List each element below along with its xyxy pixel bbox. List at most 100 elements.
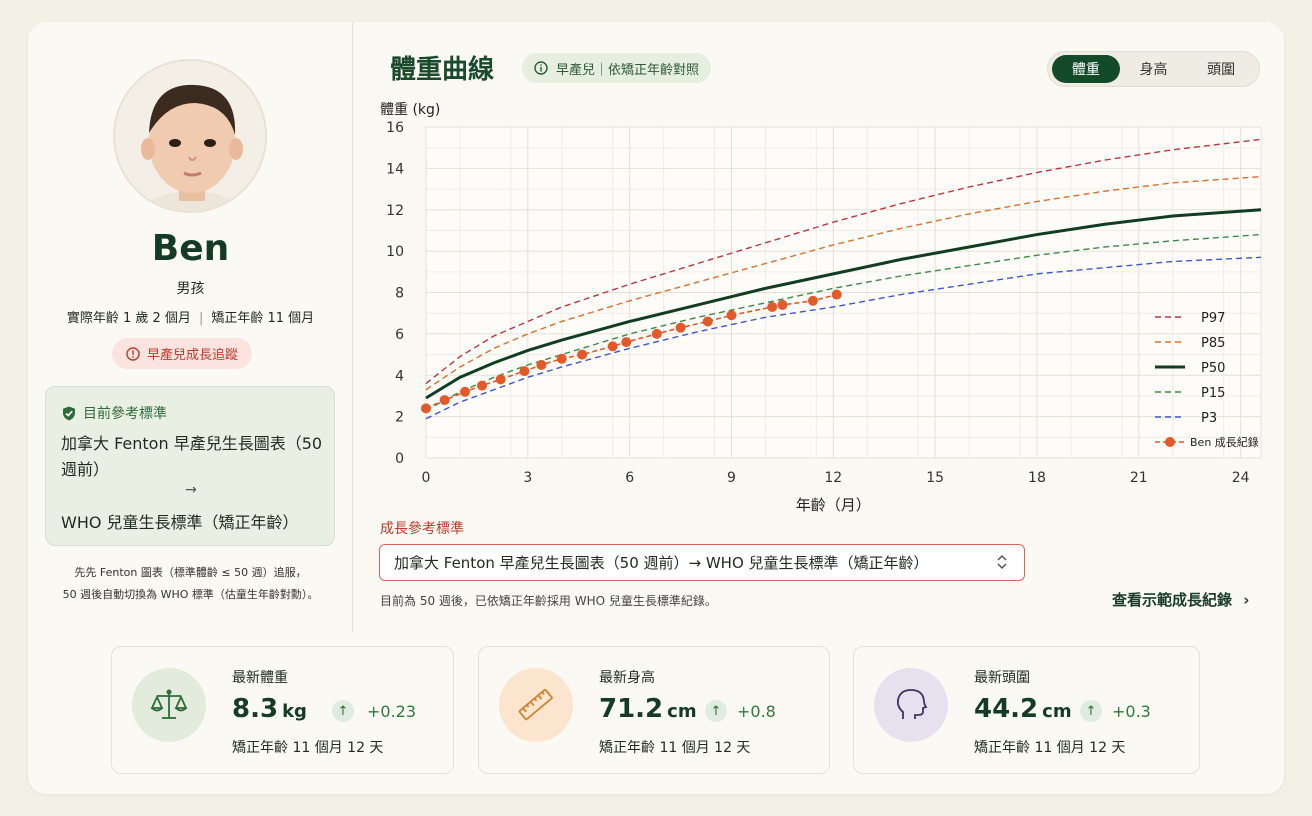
ben-data-point (421, 403, 431, 414)
page-title: 體重曲線 (390, 55, 495, 85)
tracking-badge-label: 早產兒成長追蹤 (147, 348, 239, 363)
x-tick-label: 21 (1130, 470, 1148, 486)
ben-data-point (726, 310, 737, 321)
chart-panel: 體重曲線 早產兒｜依矯正年齡對照 體重 身高 頭圍 0 3 6 9 12 15 18 21 24… (354, 22, 1284, 632)
current-reference-box: 目前參考標準 加拿大 Fenton 早產兒生長圖表（50 週前） → WHO 兒… (45, 386, 335, 546)
ben-data-point (477, 380, 488, 391)
profile-sidebar: Ben 男孩 實際年齡 1 歲 2 個月 | 矯正年齡 11 個月 早產兒成長追蹤 … (28, 22, 353, 632)
y-tick-label: 14 (386, 161, 404, 177)
x-axis-label: 年齡（月） (796, 496, 871, 514)
updown-caret-icon (996, 553, 1008, 574)
tracking-badge: 早產兒成長追蹤 (112, 338, 253, 369)
reference-select[interactable]: 加拿大 Fenton 早產兒生長圖表（50 週前）→ WHO 兒童生長標準（矯正… (379, 544, 1025, 581)
corrected-age: 矯正年齡 11 個月 (211, 311, 315, 326)
sidebar-note-line2: 50 週後自動切換為 WHO 標準（估童生年齡對勳）。 (62, 588, 319, 601)
reference-title-text: 目前參考標準 (83, 406, 167, 422)
stat-subtitle: 矯正年齡 11 個月 12 天 (974, 740, 1126, 756)
stat-card-weight: 最新體重 8.3 kg ↑ +0.23 矯正年齡 11 個月 12 天 (111, 646, 454, 774)
legend-marker-ben (1165, 437, 1175, 447)
stat-label: 最新身高 (599, 670, 655, 686)
actual-age: 實際年齡 1 歲 2 個月 (66, 311, 191, 326)
avatar (113, 59, 267, 213)
stat-delta: +0.3 (1112, 702, 1151, 721)
child-name: Ben (151, 228, 230, 269)
stat-subtitle: 矯正年齡 11 個月 12 天 (599, 740, 751, 756)
legend-label: Ben 成長紀錄 (1190, 435, 1259, 449)
sidebar-note-line1: 先先 Fenton 圖表（標準體齡 ≤ 50 週）追服， (74, 566, 307, 579)
reference-select-label: 成長參考標準 (380, 521, 464, 537)
ben-data-point (675, 322, 686, 333)
legend-label: P15 (1201, 386, 1225, 401)
alert-icon (126, 346, 140, 361)
y-tick-label: 8 (395, 286, 404, 302)
y-tick-label: 0 (395, 451, 404, 467)
y-tick-label: 16 (386, 120, 404, 136)
x-tick-label: 15 (926, 470, 944, 486)
stat-card-height: 最新身高 71.2 cm ↑ +0.8 矯正年齡 11 個月 12 天 (478, 646, 830, 774)
stat-value: 71.2 cm (599, 694, 697, 724)
legend-label: P3 (1201, 411, 1217, 426)
reference-arrow: → (185, 482, 197, 498)
reference-fenton: 加拿大 Fenton 早產兒生長圖表（50 週前） (61, 434, 323, 479)
stat-value: 8.3 kg (232, 694, 307, 724)
stat-delta: +0.23 (367, 702, 417, 721)
ben-data-point (767, 301, 778, 312)
y-axis-label: 體重 (kg) (380, 102, 440, 118)
view-sample-link[interactable]: 查看示範成長紀錄 › (1112, 589, 1249, 610)
child-gender: 男孩 (176, 281, 205, 297)
info-icon (534, 61, 548, 75)
stat-number: 44.2 (974, 694, 1039, 724)
ben-data-point (607, 341, 618, 352)
reference-select-value: 加拿大 Fenton 早產兒生長圖表（50 週前）→ WHO 兒童生長標準（矯正… (394, 554, 929, 572)
y-tick-label: 6 (395, 327, 404, 343)
baby-portrait-image (115, 61, 265, 211)
reference-who: WHO 兒童生長標準（矯正年齡） (61, 513, 299, 532)
y-tick-label: 2 (395, 410, 404, 426)
ben-data-point (807, 295, 818, 306)
stat-card-head: 最新頭圍 44.2 cm ↑ +0.3 矯正年齡 11 個月 12 天 (853, 646, 1200, 774)
legend-label: P97 (1201, 311, 1225, 326)
weight-chart: 0 3 6 9 12 15 18 21 24 0 2 4 6 8 10 12 14 16 體重 (kg) 年齡（月） P… (354, 92, 1284, 517)
arrow-up-icon: ↑ (1080, 700, 1102, 722)
preterm-chip-label: 早產兒｜依矯正年齡對照 (556, 62, 700, 78)
head-icon (874, 668, 948, 742)
legend-label: P50 (1201, 361, 1225, 376)
stat-value: 44.2 cm (974, 694, 1072, 724)
x-tick-label: 3 (523, 470, 532, 486)
ben-data-point (651, 328, 662, 339)
ben-data-point (777, 299, 788, 310)
age-info: 實際年齡 1 歲 2 個月 | 矯正年齡 11 個月 (28, 307, 353, 326)
sidebar-note: 先先 Fenton 圖表（標準體齡 ≤ 50 週）追服， 50 週後自動切換為 … (28, 562, 353, 606)
ben-data-point (621, 337, 632, 348)
ruler-icon (499, 668, 573, 742)
stat-unit: cm (1042, 701, 1072, 722)
ben-data-point (519, 366, 530, 377)
metric-tabs: 體重 身高 頭圍 (1047, 51, 1260, 87)
preterm-chip: 早產兒｜依矯正年齡對照 (522, 53, 712, 83)
x-tick-label: 0 (422, 470, 431, 486)
weight-chart-svg: 0 3 6 9 12 15 18 21 240246810121416體重 (kg)年齡（月）P… (380, 102, 1262, 514)
x-tick-label: 6 (625, 470, 634, 486)
main-card: Ben 男孩 實際年齡 1 歲 2 個月 | 矯正年齡 11 個月 早產兒成長追蹤 … (28, 22, 1284, 794)
stat-number: 71.2 (599, 694, 664, 724)
tab-weight[interactable]: 體重 (1052, 55, 1120, 83)
legend-label: P85 (1201, 336, 1225, 351)
stat-delta: +0.8 (737, 702, 776, 721)
x-tick-label: 12 (824, 470, 842, 486)
arrow-up-icon: ↑ (705, 700, 727, 722)
stat-subtitle: 矯正年齡 11 個月 12 天 (232, 740, 384, 756)
ben-data-point (556, 353, 567, 364)
ben-data-point (495, 374, 506, 385)
tab-head-circumference[interactable]: 頭圍 (1187, 55, 1255, 83)
ben-data-point (831, 289, 842, 300)
ben-data-point (702, 316, 713, 327)
y-tick-label: 4 (395, 368, 404, 384)
stat-number: 8.3 (232, 694, 279, 724)
stat-label: 最新頭圍 (974, 670, 1030, 686)
y-tick-label: 12 (386, 203, 404, 219)
tab-height[interactable]: 身高 (1120, 55, 1188, 83)
scale-icon (132, 668, 206, 742)
chevron-right-icon: › (1243, 591, 1250, 609)
stat-label: 最新體重 (232, 670, 288, 686)
reference-title: 目前參考標準 (62, 403, 167, 423)
